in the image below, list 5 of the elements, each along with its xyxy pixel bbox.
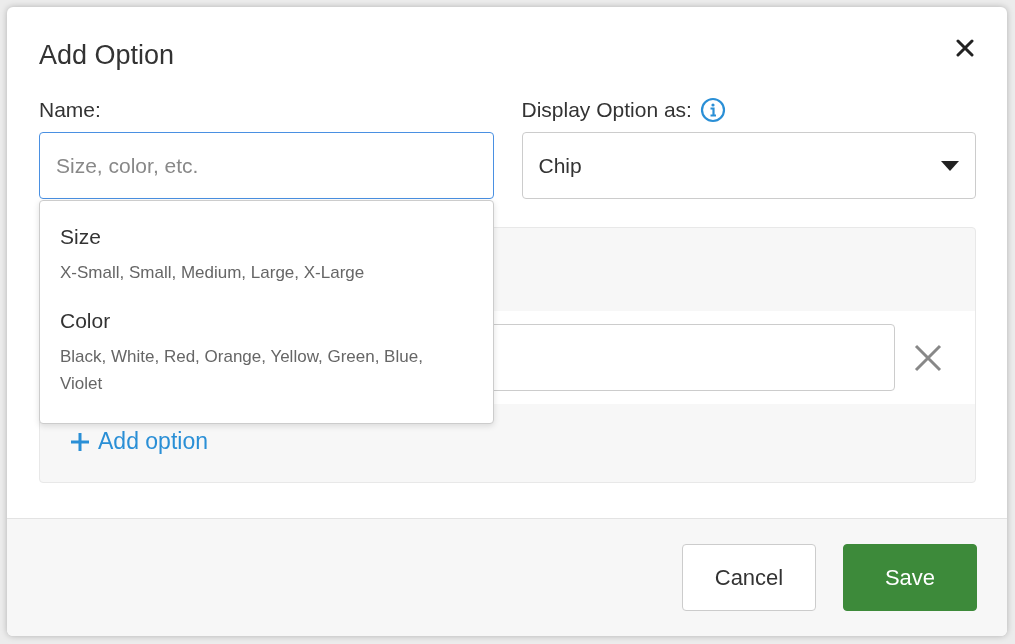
suggestion-values: X-Small, Small, Medium, Large, X-Large (60, 262, 366, 284)
dialog-title: Add Option (39, 39, 175, 72)
field-label: Display Option as: (521, 97, 692, 123)
field-label: Name: (39, 97, 101, 123)
suggestion-values: Black, White, Red, Orange, Yellow, Green, Blue, Violet (60, 346, 424, 395)
